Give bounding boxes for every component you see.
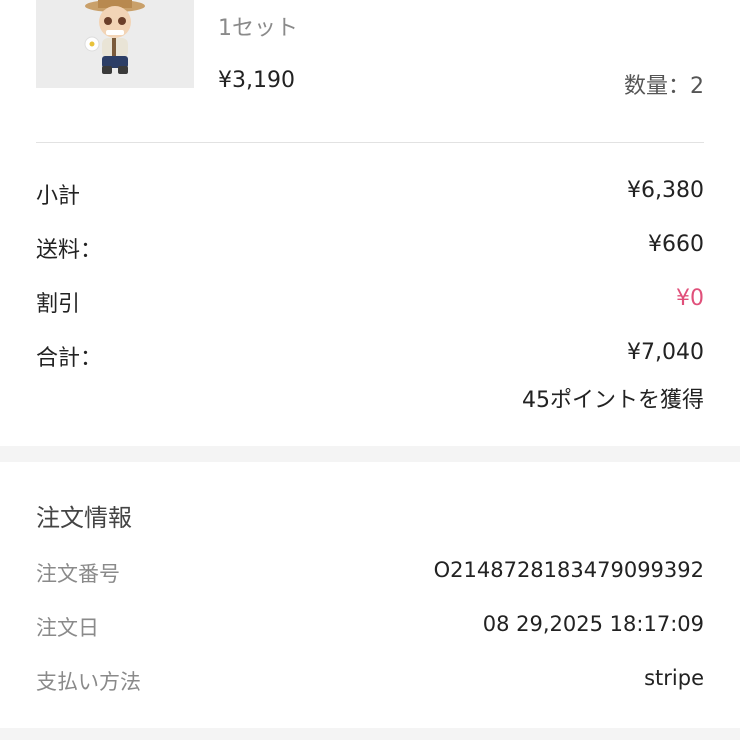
points-earned: 45ポイントを獲得	[522, 388, 704, 413]
divider	[36, 142, 704, 143]
order-number-value[interactable]: O2148728183479099392	[434, 558, 704, 582]
product-variant: 1セット	[218, 16, 298, 41]
shipping-value: ¥660	[648, 232, 704, 257]
order-items-summary-card: 1セット ¥3,190 数量：2 小計 ¥6,380 送料： ¥660 割引 ¥…	[0, 0, 740, 446]
order-number-label: 注文番号	[36, 562, 120, 586]
total-value: ¥7,040	[627, 340, 704, 365]
order-info-title: 注文情報	[36, 504, 132, 532]
subtotal-value: ¥6,380	[627, 178, 704, 203]
discount-value: ¥0	[676, 286, 704, 311]
order-info-card: 注文情報 注文番号 O2148728183479099392 注文日 08 29…	[0, 462, 740, 728]
order-date-label: 注文日	[36, 616, 99, 640]
total-label: 合計：	[36, 346, 103, 371]
product-image[interactable]	[36, 0, 194, 88]
discount-label: 割引	[36, 292, 81, 317]
payment-method-label: 支払い方法	[36, 670, 141, 694]
plush-doll-figure-icon	[84, 0, 145, 74]
order-date-value: 08 29,2025 18:17:09	[482, 612, 704, 636]
shipping-label: 送料：	[36, 238, 103, 263]
product-quantity: 数量：2	[624, 74, 704, 99]
product-unit-price: ¥3,190	[218, 68, 295, 93]
payment-method-value: stripe	[644, 666, 704, 690]
subtotal-label: 小計	[36, 184, 81, 209]
